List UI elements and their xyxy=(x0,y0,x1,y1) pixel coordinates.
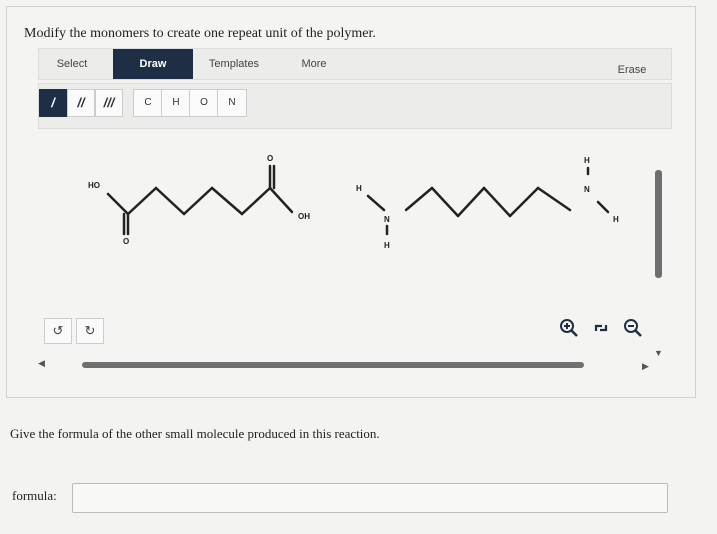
tool-tabs: Select Draw Templates More Erase xyxy=(38,48,672,80)
label-o-bottom: O xyxy=(123,237,129,246)
zoom-reset-icon[interactable] xyxy=(587,318,615,342)
label-n-left-h: H xyxy=(384,241,390,250)
label-o-top: O xyxy=(267,154,273,163)
tab-more[interactable]: More xyxy=(287,49,341,79)
formula-label: formula: xyxy=(12,488,57,503)
zoom-in-icon[interactable] xyxy=(555,318,583,342)
formula-input[interactable] xyxy=(72,483,668,513)
atom-c-button[interactable]: C xyxy=(133,89,163,117)
label-h-left: H xyxy=(356,184,362,193)
double-bond-button[interactable]: // xyxy=(67,89,95,117)
scroll-right-arrow-icon[interactable]: ▶ xyxy=(642,361,649,372)
scroll-left-arrow-icon[interactable]: ◀ xyxy=(38,358,45,369)
atom-n-button[interactable]: N xyxy=(217,89,247,117)
adipic-acid-molecule[interactable] xyxy=(106,164,294,236)
instruction-text: Modify the monomers to create one repeat… xyxy=(24,26,376,41)
diamine-molecule[interactable] xyxy=(366,166,610,236)
tab-templates[interactable]: Templates xyxy=(199,49,269,79)
vertical-scrollbar[interactable] xyxy=(655,170,662,278)
zoom-out-icon[interactable] xyxy=(619,318,647,342)
question-text: Give the formula of the other small mole… xyxy=(10,426,380,441)
horizontal-scrollbar[interactable] xyxy=(82,362,584,368)
label-ho: HO xyxy=(88,181,100,190)
atom-h-button[interactable]: H xyxy=(161,89,191,117)
redo-icon[interactable]: ↻ xyxy=(76,318,104,344)
tab-draw[interactable]: Draw xyxy=(113,49,193,79)
tab-erase[interactable]: Erase xyxy=(607,55,657,85)
label-h-right: H xyxy=(613,215,619,224)
triple-bond-button[interactable]: /// xyxy=(95,89,123,117)
scroll-down-arrow-icon[interactable]: ▼ xyxy=(654,348,663,358)
label-n-right: N xyxy=(584,185,590,194)
label-oh: OH xyxy=(298,212,310,221)
draw-toolbar: / // /// C H O N xyxy=(38,83,672,129)
undo-icon[interactable]: ↺ xyxy=(44,318,72,344)
label-n-left: N xyxy=(384,215,390,224)
label-h-right-top: H xyxy=(584,156,590,165)
tab-select[interactable]: Select xyxy=(39,49,105,79)
single-bond-button[interactable]: / xyxy=(39,89,67,117)
atom-o-button[interactable]: O xyxy=(189,89,219,117)
drawing-canvas[interactable]: HO O O OH H N H H N H xyxy=(80,140,640,270)
